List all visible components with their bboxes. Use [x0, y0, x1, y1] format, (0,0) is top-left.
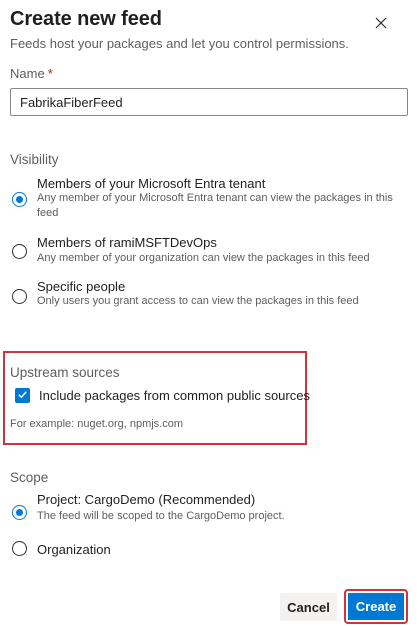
upstream-heading: Upstream sources [10, 365, 120, 380]
close-icon [375, 16, 387, 34]
scope-option-project-label[interactable]: Project: CargoDemo (Recommended) [37, 492, 255, 507]
radio-unselected [12, 289, 27, 304]
radio-selected [12, 192, 27, 207]
name-input[interactable] [10, 88, 408, 116]
visibility-option-org-label[interactable]: Members of ramiMSFTDevOps [37, 235, 217, 250]
scope-option-project-radio[interactable] [12, 505, 27, 520]
visibility-option-specific-radio[interactable] [12, 289, 27, 304]
visibility-option-tenant-radio[interactable] [12, 192, 27, 207]
checkmark-icon [17, 387, 28, 405]
name-label: Name * [10, 66, 53, 81]
scope-option-project-desc: The feed will be scoped to the CargoDemo… [37, 510, 285, 522]
visibility-option-tenant-desc-1: Any member of your Microsoft Entra tenan… [37, 192, 393, 204]
scope-option-org-label[interactable]: Organization [37, 542, 111, 557]
dialog-title: Create new feed [10, 8, 162, 30]
upstream-checkbox[interactable] [15, 388, 30, 403]
create-button[interactable]: Create [344, 589, 408, 624]
checkbox-checked [15, 388, 30, 403]
radio-selected [12, 505, 27, 520]
visibility-option-tenant-desc-2: feed [37, 207, 59, 219]
upstream-checkbox-label[interactable]: Include packages from common public sour… [39, 388, 310, 403]
visibility-option-org-radio[interactable] [12, 244, 27, 259]
visibility-option-specific-desc: Only users you grant access to can view … [37, 295, 359, 307]
radio-unselected [12, 541, 27, 556]
scope-option-org-radio[interactable] [12, 541, 27, 556]
visibility-option-tenant-label[interactable]: Members of your Microsoft Entra tenant [37, 176, 265, 191]
visibility-option-org-desc: Any member of your organization can view… [37, 252, 370, 264]
visibility-option-specific-label[interactable]: Specific people [37, 279, 125, 294]
upstream-example: For example: nuget.org, npmjs.com [10, 418, 184, 430]
required-marker: * [47, 66, 53, 81]
radio-unselected [12, 244, 27, 259]
close-button[interactable] [369, 13, 393, 37]
dialog-subtitle: Feeds host your packages and let you con… [10, 36, 349, 51]
name-label-text: Name [10, 66, 45, 81]
visibility-heading: Visibility [10, 152, 59, 167]
scope-heading: Scope [10, 470, 49, 485]
cancel-button[interactable]: Cancel [280, 593, 337, 621]
